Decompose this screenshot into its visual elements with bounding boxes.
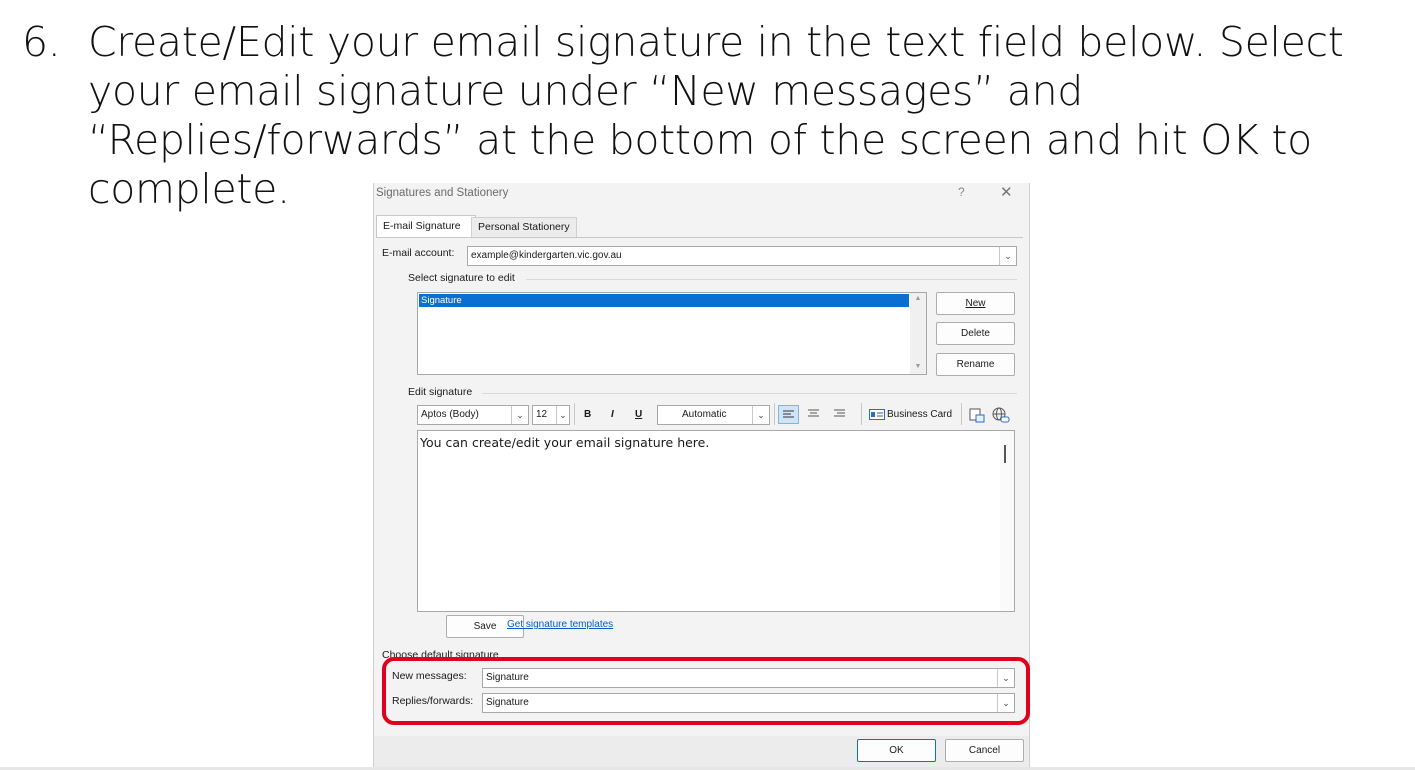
scroll-up-icon[interactable]: ▲ (910, 295, 926, 302)
section-divider (482, 393, 1017, 394)
dialog-titlebar: Signatures and Stationery ? ✕ (374, 183, 1029, 205)
business-card-icon (869, 409, 885, 420)
cancel-button-label: Cancel (968, 745, 1001, 756)
list-item[interactable]: Signature (419, 294, 909, 307)
rename-button[interactable]: Rename (936, 353, 1015, 376)
signature-templates-link[interactable]: Get signature templates (507, 619, 613, 630)
signature-content: You can create/edit your email signature… (420, 435, 710, 450)
list-scrollbar[interactable]: ▲ ▼ (910, 293, 926, 374)
insert-picture-button[interactable] (968, 406, 986, 424)
section-divider (526, 279, 1017, 280)
font-color-value: Automatic (682, 409, 727, 420)
highlight-annotation (382, 657, 1030, 725)
scroll-down-icon[interactable]: ▼ (910, 363, 926, 370)
chevron-down-icon: ⌄ (999, 247, 1016, 265)
email-account-value: example@kindergarten.vic.gov.au (471, 250, 622, 261)
new-button-label: New (965, 298, 986, 309)
ok-button[interactable]: OK (857, 739, 936, 762)
font-size-select[interactable]: 12 ⌄ (532, 405, 570, 425)
email-account-label: E-mail account: (382, 247, 455, 259)
align-right-icon (834, 409, 845, 417)
close-icon[interactable]: ✕ (1000, 183, 1013, 201)
font-color-select[interactable]: Automatic ⌄ (657, 405, 770, 425)
step-number: 6. (22, 18, 61, 66)
font-value: Aptos (Body) (421, 409, 479, 420)
rename-button-label: Rename (956, 359, 995, 370)
insert-hyperlink-button[interactable] (991, 406, 1011, 424)
toolbar-divider (574, 403, 575, 425)
delete-button-label: Delete (961, 328, 990, 339)
hyperlink-icon (992, 407, 1010, 423)
select-signature-label: Select signature to edit (408, 272, 515, 284)
save-button-label: Save (473, 621, 497, 632)
business-card-button[interactable]: Business Card (867, 405, 957, 424)
help-icon[interactable]: ? (958, 185, 965, 199)
align-center-button[interactable] (804, 405, 825, 424)
chevron-down-icon: ⌄ (752, 406, 769, 424)
chevron-down-icon: ⌄ (511, 406, 528, 424)
underline-button[interactable]: U (635, 409, 642, 420)
picture-icon (969, 408, 985, 423)
italic-button[interactable]: I (611, 409, 614, 420)
toolbar-divider (861, 403, 862, 425)
align-left-button[interactable] (778, 405, 799, 424)
bold-button[interactable]: B (584, 409, 591, 420)
tab-email-signature[interactable]: E-mail Signature (376, 215, 476, 237)
ok-button-label: OK (889, 745, 904, 756)
dialog-title: Signatures and Stationery (376, 187, 509, 199)
tab-personal-stationery[interactable]: Personal Stationery (471, 217, 577, 237)
align-center-icon (808, 409, 819, 417)
font-select[interactable]: Aptos (Body) ⌄ (417, 405, 529, 425)
toolbar-divider (961, 403, 962, 425)
delete-button[interactable]: Delete (936, 322, 1015, 345)
align-left-icon (783, 410, 794, 418)
toolbar-divider (774, 403, 775, 425)
edit-signature-label: Edit signature (408, 386, 473, 398)
business-card-label: Business Card (887, 409, 953, 420)
cancel-button[interactable]: Cancel (945, 739, 1024, 762)
text-cursor (1004, 445, 1006, 463)
signature-list[interactable]: Signature ▲ ▼ (417, 292, 927, 375)
align-right-button[interactable] (830, 405, 851, 424)
chevron-down-icon: ⌄ (556, 406, 569, 424)
font-size-value: 12 (536, 409, 548, 420)
editor-scrollbar[interactable] (1000, 431, 1014, 611)
email-account-select[interactable]: example@kindergarten.vic.gov.au ⌄ (467, 246, 1017, 266)
signature-editor[interactable]: You can create/edit your email signature… (417, 430, 1015, 612)
new-button[interactable]: New (936, 292, 1015, 315)
